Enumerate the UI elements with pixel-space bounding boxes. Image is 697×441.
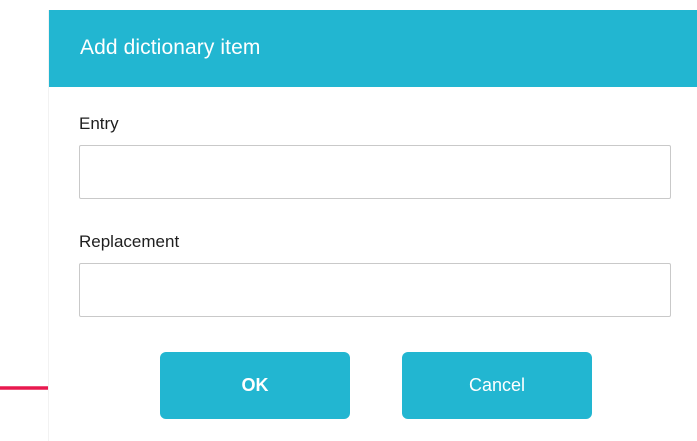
cancel-button[interactable]: Cancel [402, 352, 592, 419]
entry-label: Entry [79, 114, 119, 133]
add-dictionary-item-dialog: Add dictionary item Entry Replacement OK… [48, 10, 697, 441]
screenshot-stage: Add dictionary item Entry Replacement OK… [0, 0, 697, 441]
ok-button[interactable]: OK [160, 352, 350, 419]
dialog-header: Add dictionary item [49, 10, 697, 87]
replacement-input[interactable] [79, 263, 671, 317]
replacement-label: Replacement [79, 232, 180, 251]
entry-input[interactable] [79, 145, 671, 199]
dialog-title: Add dictionary item [80, 36, 261, 59]
